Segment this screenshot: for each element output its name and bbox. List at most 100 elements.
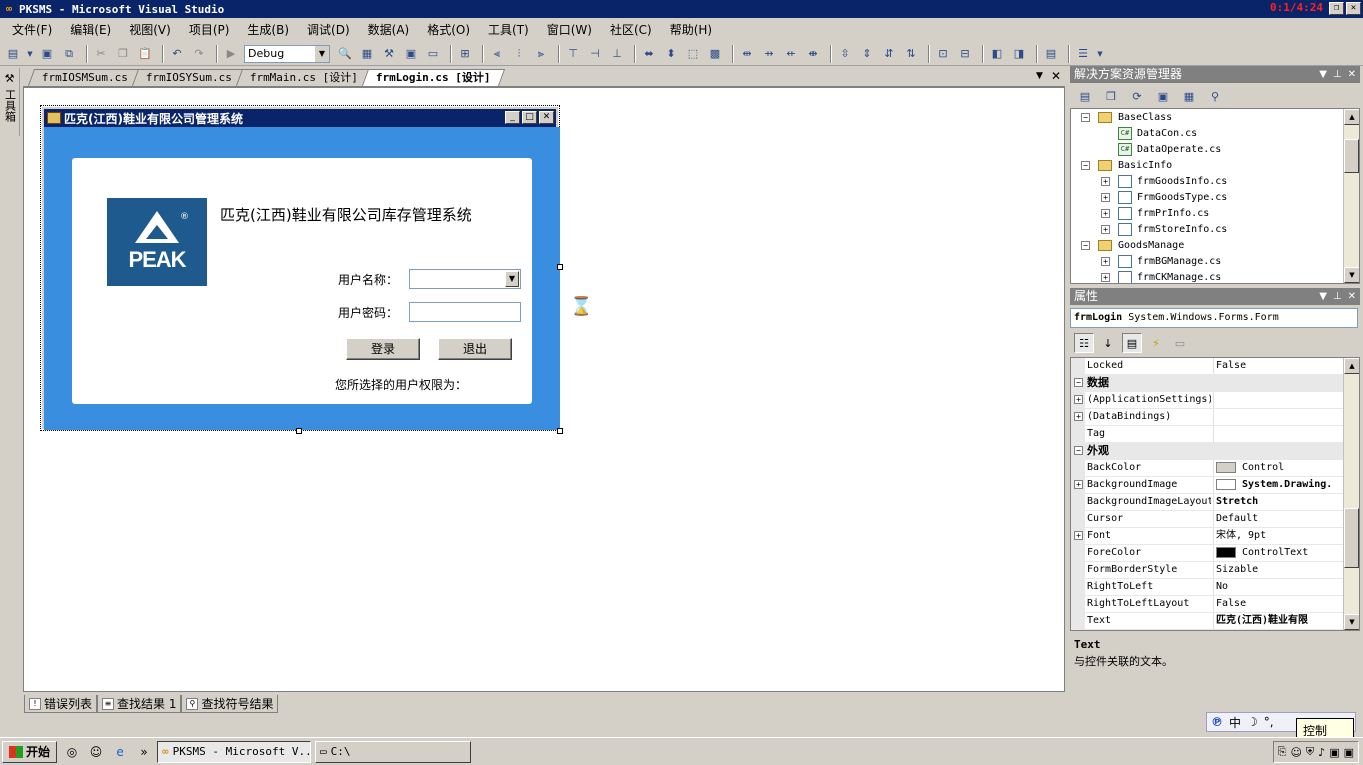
events-icon[interactable]: ⚡ (1146, 333, 1166, 353)
vertical-spacing-remove-icon[interactable]: ⇅ (902, 45, 920, 63)
menu-item-5[interactable]: 调试(D) (301, 20, 356, 40)
collapse-icon[interactable]: − (1074, 446, 1083, 455)
align-tops-icon[interactable]: ⊤ (564, 45, 582, 63)
menu-item-9[interactable]: 窗口(W) (541, 20, 598, 40)
resize-handle-bottom[interactable] (296, 428, 302, 434)
menu-item-4[interactable]: 生成(B) (241, 20, 295, 40)
property-row[interactable]: RightToLeft No (1071, 579, 1345, 596)
pin-icon[interactable]: ⊥ (1333, 66, 1342, 83)
expand-icon[interactable]: + (1101, 224, 1110, 234)
cut-icon[interactable]: ✂ (92, 45, 110, 63)
menu-item-6[interactable]: 数据(A) (362, 20, 416, 40)
menu-item-3[interactable]: 项目(P) (183, 20, 236, 40)
solution-config-select[interactable]: Debug ▼ (244, 44, 330, 63)
scroll-thumb[interactable] (1344, 508, 1359, 568)
solution-explorer-icon[interactable]: ▦ (358, 45, 376, 63)
make-same-width-icon[interactable]: ⬌ (640, 45, 658, 63)
center-horizontally-icon[interactable]: ⊡ (934, 45, 952, 63)
network-icon[interactable]: ⎘ (1278, 745, 1287, 759)
menu-item-7[interactable]: 格式(O) (421, 20, 476, 40)
property-row[interactable]: RightToLeftLayout False (1071, 596, 1345, 613)
menu-item-1[interactable]: 编辑(E) (64, 20, 117, 40)
vertical-spacing-increase-icon[interactable]: ⇕ (858, 45, 876, 63)
login-panel[interactable]: PEAK ® 匹克(江西)鞋业有限公司库存管理系统 用户名称： ▼ 用户密码： … (72, 158, 532, 404)
property-row[interactable]: + (ApplicationSettings) (1071, 392, 1345, 409)
form-designer[interactable]: 匹克(江西)鞋业有限公司管理系统 _ □ ✕ PEAK ® 匹克(江西)鞋业有限… (23, 87, 1065, 692)
center-vertically-icon[interactable]: ⊟ (956, 45, 974, 63)
scroll-up-icon[interactable]: ▲ (1344, 109, 1359, 125)
property-value[interactable] (1213, 409, 1345, 425)
pane-dropdown-icon[interactable]: ▼ (1319, 66, 1327, 83)
property-category[interactable]: − 外观 (1071, 443, 1345, 460)
designed-form-frmlogin[interactable]: 匹克(江西)鞋业有限公司管理系统 _ □ ✕ PEAK ® 匹克(江西)鞋业有限… (40, 105, 560, 431)
expand-icon[interactable]: + (1074, 480, 1083, 489)
class-diagram-icon[interactable]: ⚲ (1206, 87, 1224, 105)
login-button[interactable]: 登录 (346, 338, 420, 360)
collapse-icon[interactable]: − (1081, 160, 1090, 170)
show-desktop-icon[interactable]: ◎ (63, 743, 81, 761)
align-rights-icon[interactable]: ⫸ (532, 45, 550, 63)
lock-controls-icon[interactable]: ▤ (1042, 45, 1060, 63)
internet-explorer-icon[interactable]: e (111, 743, 129, 761)
property-row[interactable]: Tag (1071, 426, 1345, 443)
expand-icon[interactable]: + (1101, 256, 1110, 266)
object-browser-icon[interactable]: ▭ (424, 45, 442, 63)
object-selector[interactable]: frmLogin System.Windows.Forms.Form (1070, 308, 1358, 328)
properties-icon[interactable]: ⚒ (380, 45, 398, 63)
toolbox-icon[interactable]: ▣ (402, 45, 420, 63)
categorized-icon[interactable]: ☷ (1074, 333, 1094, 353)
close-icon[interactable]: ✕ (1348, 66, 1356, 83)
scroll-thumb[interactable] (1344, 139, 1359, 173)
view-designer-icon[interactable]: ▦ (1180, 87, 1198, 105)
property-value[interactable] (1213, 426, 1345, 442)
scroll-up-icon[interactable]: ▲ (1344, 358, 1359, 374)
qq-icon[interactable]: ☺ (87, 743, 105, 761)
tree-item[interactable]: + frmPrInfo.cs (1101, 205, 1209, 221)
collapse-icon[interactable]: − (1081, 240, 1090, 250)
resize-handle-right[interactable] (557, 264, 563, 270)
username-combobox[interactable]: ▼ (409, 269, 521, 289)
vertical-spacing-decrease-icon[interactable]: ⇵ (880, 45, 898, 63)
vertical-spacing-equal-icon[interactable]: ⇳ (836, 45, 854, 63)
exit-button[interactable]: 退出 (438, 338, 512, 360)
tab-error-list[interactable]: ! 错误列表 (24, 695, 98, 713)
align-to-grid-icon[interactable]: ⊞ (456, 45, 474, 63)
property-value[interactable]: ControlText (1213, 545, 1345, 561)
tree-item[interactable]: + frmCKManage.cs (1101, 269, 1221, 283)
tab-frmiosmsum[interactable]: frmIOSMSum.cs (27, 69, 143, 86)
resize-handle-corner[interactable] (557, 428, 563, 434)
ime-lang[interactable]: 中 (1229, 714, 1241, 731)
property-row[interactable]: Text 匹克(江西)鞋业有限 (1071, 613, 1345, 630)
close-icon[interactable]: ✕ (1348, 288, 1356, 305)
dropdown-arrow-icon[interactable]: ▼ (26, 45, 34, 63)
property-value[interactable]: 宋体, 9pt (1213, 528, 1345, 544)
menu-item-0[interactable]: 文件(F) (6, 20, 58, 40)
tab-frmiosysum[interactable]: frmIOSYSum.cs (132, 69, 247, 86)
make-same-size-icon[interactable]: ⬚ (684, 45, 702, 63)
bring-to-front-icon[interactable]: ◧ (988, 45, 1006, 63)
save-all-icon[interactable]: ⧉ (60, 45, 78, 63)
find-in-files-icon[interactable]: 🔍 (336, 45, 354, 63)
collapse-icon[interactable]: − (1081, 112, 1090, 122)
tab-frmlogin-design[interactable]: frmLogin.cs [设计] (362, 69, 506, 86)
expand-icon[interactable]: + (1074, 412, 1083, 421)
password-input[interactable] (409, 302, 521, 322)
size-to-grid-icon[interactable]: ▩ (706, 45, 724, 63)
property-value[interactable]: False (1213, 358, 1345, 374)
menu-item-2[interactable]: 视图(V) (123, 20, 177, 40)
tree-item[interactable]: − BaseClass (1081, 109, 1172, 125)
close-icon[interactable]: ✕ (539, 111, 554, 124)
pin-icon[interactable]: ⊥ (1333, 288, 1342, 305)
tree-item[interactable]: + frmGoodsInfo.cs (1101, 173, 1227, 189)
property-value[interactable]: Default (1213, 511, 1345, 527)
start-button[interactable]: 开始 (2, 740, 58, 763)
align-bottoms-icon[interactable]: ⊥ (608, 45, 626, 63)
property-row[interactable]: + BackgroundImage System.Drawing. (1071, 477, 1345, 494)
pane-dropdown-icon[interactable]: ▼ (1319, 288, 1327, 305)
align-lefts-icon[interactable]: ⫷ (488, 45, 506, 63)
show-all-files-icon[interactable]: ❐ (1102, 87, 1120, 105)
align-middles-icon[interactable]: ⊣ (586, 45, 604, 63)
redo-icon[interactable]: ↷ (190, 45, 208, 63)
toolbox-strip[interactable]: ⚒ 工具箱 (0, 68, 20, 136)
task-visual-studio[interactable]: ∞ PKSMS - Microsoft V... (157, 740, 312, 763)
